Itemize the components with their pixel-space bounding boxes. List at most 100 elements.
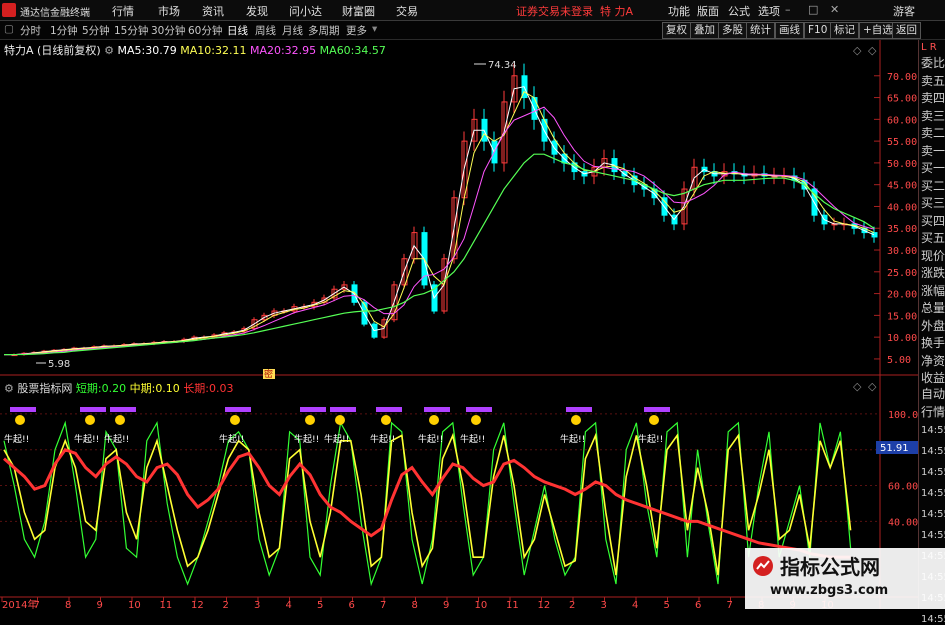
long-term-value: 0.03: [209, 382, 234, 395]
menu-item-news[interactable]: 资讯: [202, 3, 224, 19]
signal-text: 牛起!!: [4, 433, 29, 445]
sidebar-lr[interactable]: L R: [921, 42, 945, 53]
signal-text: 牛起!!: [370, 433, 395, 445]
ma60-label: MA60:: [319, 44, 355, 57]
price-tick-label: 25.00: [887, 268, 917, 279]
tab-30min[interactable]: 30分钟: [151, 23, 185, 38]
menu-item-wealth[interactable]: 财富圈: [342, 3, 375, 19]
signal-bar: [466, 407, 492, 412]
time-tick-label: 8: [65, 600, 71, 609]
tab-monthly[interactable]: 月线: [282, 23, 303, 38]
signal-text: 牛起!!: [460, 433, 485, 445]
signal-smiley-icon: [335, 415, 345, 425]
adjust-button[interactable]: 复权: [662, 22, 691, 39]
time-tick-label: 7: [34, 600, 40, 609]
panel-expand-icon[interactable]: ◇: [868, 44, 877, 57]
sidebar-item[interactable]: 买四: [921, 212, 945, 229]
menu-item-market[interactable]: 市场: [158, 3, 180, 19]
tab-60min[interactable]: 60分钟: [188, 23, 222, 38]
time-tick-label: 9: [97, 600, 103, 609]
more-dropdown-icon[interactable]: ▾: [372, 23, 377, 35]
sidebar-item[interactable]: 卖五: [921, 72, 945, 89]
price-tick-label: 70.00: [887, 72, 917, 83]
ma10-value: 32.11: [214, 44, 247, 57]
price-tick-label: 10.00: [887, 333, 917, 344]
signal-text: 牛起!!: [74, 433, 99, 445]
time-axis: 2014年789101112234567891011122345678910: [1, 597, 834, 609]
overlay-button[interactable]: 叠加: [690, 22, 719, 39]
tab-more[interactable]: 更多: [346, 23, 367, 38]
ma20-value: 32.95: [284, 44, 317, 57]
minimize-icon[interactable]: –: [785, 3, 791, 16]
tab-weekly[interactable]: 周线: [255, 23, 276, 38]
toolbar-square-icon[interactable]: ▢: [4, 23, 14, 35]
time-tick-label: 5: [664, 600, 670, 609]
tab-timeshare[interactable]: 分时: [20, 23, 41, 38]
menu-item-ask[interactable]: 问小达: [289, 3, 322, 19]
indicator-tick-label: 100.0: [888, 410, 918, 421]
multi-stock-button[interactable]: 多股: [718, 22, 747, 39]
menu-item-trade[interactable]: 交易: [396, 3, 418, 19]
sidebar-item[interactable]: 卖三: [921, 107, 945, 124]
sidebar-item[interactable]: 净资: [921, 352, 945, 369]
guest-label[interactable]: 游客: [893, 3, 915, 19]
sidebar-item[interactable]: 买三: [921, 194, 945, 211]
sidebar-item[interactable]: 总量: [921, 299, 945, 316]
signal-text: 牛起!!: [324, 433, 349, 445]
ma5-line: [4, 86, 875, 356]
sidebar-item[interactable]: 委比: [921, 54, 945, 71]
time-tick-label: 2014年: [2, 598, 37, 609]
sidebar-item[interactable]: 买二: [921, 177, 945, 194]
stock-chart[interactable]: 70.0065.0060.0055.0050.0045.0040.0035.00…: [0, 40, 918, 609]
price-tick-label: 30.00: [887, 246, 917, 257]
sidebar-item[interactable]: 收益: [921, 369, 945, 386]
price-tick-label: 50.00: [887, 159, 917, 170]
menu-item-function[interactable]: 功能: [668, 3, 690, 19]
menu-item-layout[interactable]: 版面: [697, 3, 719, 19]
sidebar-item[interactable]: 外盘: [921, 317, 945, 334]
draw-line-button[interactable]: 画线: [775, 22, 804, 39]
indicator-name[interactable]: 股票指标网: [17, 382, 72, 395]
signal-text: 牛起!!: [638, 433, 663, 445]
settings-gear-icon[interactable]: ⚙: [104, 44, 114, 57]
time-tick-label: 3: [601, 600, 607, 609]
tab-15min[interactable]: 15分钟: [114, 23, 148, 38]
stats-button[interactable]: 统计: [746, 22, 775, 39]
menu-item-options[interactable]: 选项: [758, 3, 780, 19]
signal-smiley-icon: [305, 415, 315, 425]
tab-multi-period[interactable]: 多周期: [308, 23, 340, 38]
sidebar-item[interactable]: 行情: [921, 403, 945, 420]
f10-button[interactable]: F10: [804, 22, 832, 39]
menu-item-formula[interactable]: 公式: [728, 3, 750, 19]
low-price-label: 5.98: [48, 359, 70, 370]
menu-item-discover[interactable]: 发现: [246, 3, 268, 19]
panel-collapse-icon[interactable]: ◇: [853, 44, 862, 57]
sidebar-item[interactable]: 买一: [921, 159, 945, 176]
signal-smiley-icon: [571, 415, 581, 425]
sidebar-item[interactable]: 现价: [921, 247, 945, 264]
maximize-icon[interactable]: □: [808, 3, 818, 16]
indicator-collapse-icon[interactable]: ◇: [853, 380, 862, 393]
ma60-line: [4, 153, 875, 356]
sidebar-item[interactable]: 换手: [921, 334, 945, 351]
price-tick-label: 45.00: [887, 181, 917, 192]
sidebar-item[interactable]: 自动: [921, 385, 945, 402]
sidebar-item[interactable]: 买五: [921, 229, 945, 246]
sidebar-item[interactable]: 卖一: [921, 142, 945, 159]
time-tick-label: 7: [727, 600, 733, 609]
tab-daily[interactable]: 日线: [227, 23, 248, 38]
sidebar-item[interactable]: 涨幅: [921, 282, 945, 299]
close-icon[interactable]: ✕: [830, 3, 839, 16]
sidebar-item[interactable]: 涨跌: [921, 264, 945, 281]
tab-1min[interactable]: 1分钟: [50, 23, 78, 38]
mark-button[interactable]: 标记: [830, 22, 859, 39]
sidebar-item[interactable]: 卖四: [921, 89, 945, 106]
ma5-label: MA5:: [117, 44, 146, 57]
sidebar-item[interactable]: 卖二: [921, 124, 945, 141]
back-button[interactable]: 返回: [892, 22, 921, 39]
indicator-gear-icon[interactable]: ⚙: [4, 382, 14, 395]
tab-5min[interactable]: 5分钟: [82, 23, 110, 38]
login-notice[interactable]: 证券交易未登录 特 力A: [516, 3, 633, 19]
menu-item-quotes[interactable]: 行情: [112, 3, 134, 19]
indicator-expand-icon[interactable]: ◇: [868, 380, 877, 393]
